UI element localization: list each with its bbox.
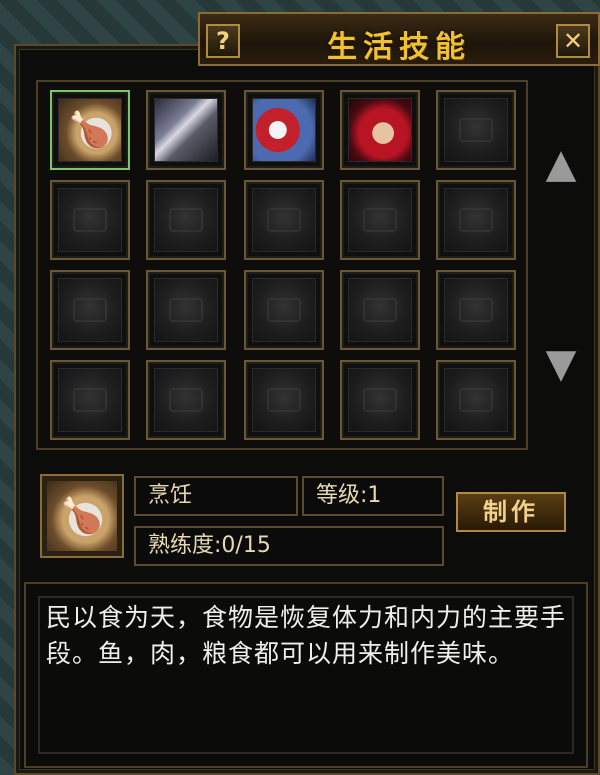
title-bar[interactable]: 生活技能: [198, 12, 600, 66]
crafting-hands-icon: [348, 98, 412, 162]
roast-chicken-icon: 🍗: [58, 98, 122, 162]
empty-slot[interactable]: [436, 90, 516, 170]
scroll-icon: [252, 98, 316, 162]
selected-skill-icon: 🍗: [40, 474, 124, 558]
empty-slot[interactable]: [146, 270, 226, 350]
empty-slot[interactable]: [50, 360, 130, 440]
empty-slot[interactable]: [50, 270, 130, 350]
skill-name: 烹饪: [134, 476, 298, 516]
empty-slot[interactable]: [50, 180, 130, 260]
skill-slot-smithing[interactable]: [146, 90, 226, 170]
roast-chicken-icon: 🍗: [47, 481, 117, 551]
scroll-up-arrow-icon[interactable]: ▲: [538, 136, 584, 196]
skill-slot-cooking[interactable]: 🍗: [50, 90, 130, 170]
make-button[interactable]: 制作: [456, 492, 566, 532]
empty-slot[interactable]: [244, 360, 324, 440]
description-panel: 民以食为天，食物是恢复体力和内力的主要手段。鱼，肉，粮食都可以用来制作美味。: [24, 582, 588, 768]
skill-proficiency: 熟练度:0/15: [134, 526, 444, 566]
skill-slot-crafting[interactable]: [340, 90, 420, 170]
skill-slot-scroll[interactable]: [244, 90, 324, 170]
empty-slot[interactable]: [244, 180, 324, 260]
skill-level: 等级:1: [302, 476, 444, 516]
close-button[interactable]: ✕: [556, 24, 590, 58]
skill-grid: 🍗: [36, 80, 528, 450]
empty-slot[interactable]: [436, 180, 516, 260]
help-button[interactable]: ?: [206, 24, 240, 58]
scroll-down-arrow-icon[interactable]: ▼: [538, 336, 584, 396]
empty-slot[interactable]: [436, 360, 516, 440]
empty-slot[interactable]: [146, 360, 226, 440]
empty-slot[interactable]: [340, 270, 420, 350]
skill-description: 民以食为天，食物是恢复体力和内力的主要手段。鱼，肉，粮食都可以用来制作美味。: [46, 603, 567, 668]
empty-slot[interactable]: [436, 270, 516, 350]
window-title: 生活技能: [327, 30, 471, 65]
empty-slot[interactable]: [340, 180, 420, 260]
anvil-icon: [154, 98, 218, 162]
empty-slot[interactable]: [146, 180, 226, 260]
empty-slot[interactable]: [340, 360, 420, 440]
empty-slot[interactable]: [244, 270, 324, 350]
